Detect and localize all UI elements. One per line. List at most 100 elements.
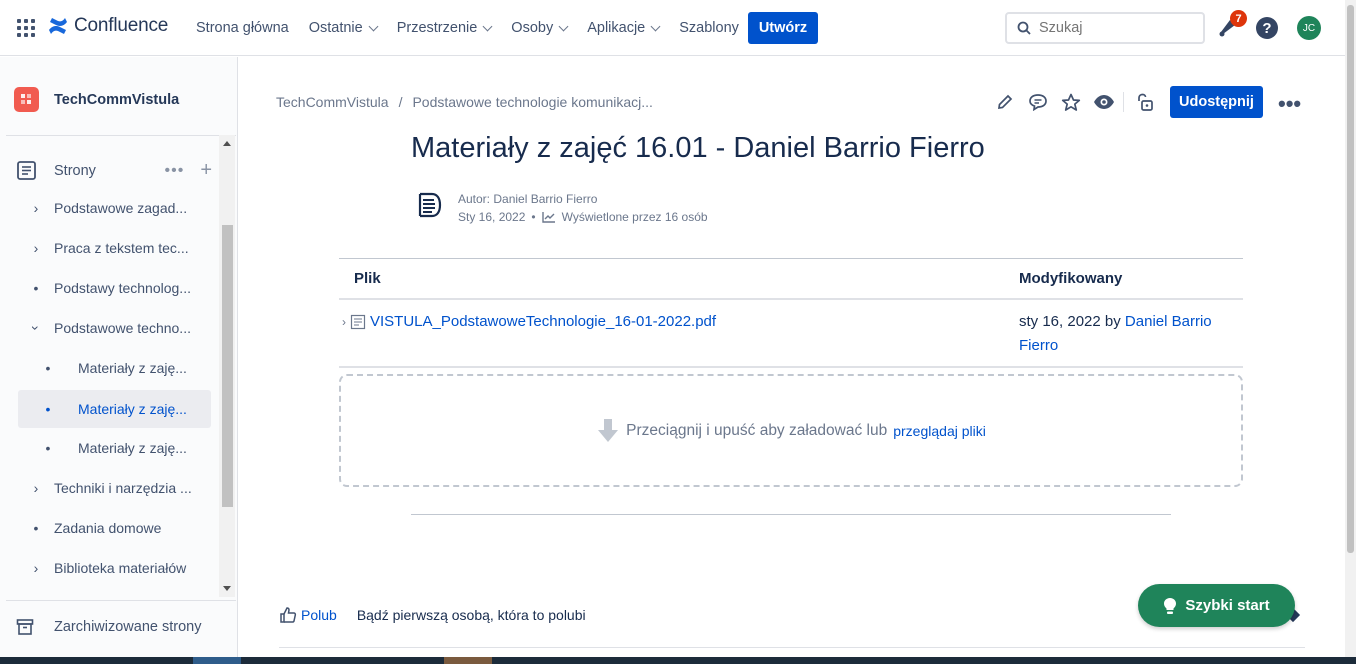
page-byline: Autor: Daniel Barrio Fierro Sty 16, 2022… bbox=[414, 190, 708, 226]
space-name: TechCommVistula bbox=[54, 91, 180, 108]
nav-people[interactable]: Osoby bbox=[501, 20, 577, 36]
bullet-icon: • bbox=[33, 280, 39, 296]
page-author-icon bbox=[418, 192, 442, 218]
nav-people-label: Osoby bbox=[511, 20, 554, 36]
tree-item[interactable]: • Materiały z zaję... bbox=[18, 430, 211, 466]
pages-section-header[interactable]: Strony ••• + bbox=[16, 159, 212, 182]
sidebar-scrollbar-thumb[interactable] bbox=[222, 225, 233, 507]
notification-count-badge: 7 bbox=[1230, 10, 1247, 27]
tree-item-label: Zadania domowe bbox=[54, 520, 162, 536]
meta-separator: • bbox=[531, 210, 536, 224]
share-button[interactable]: Udostępnij bbox=[1170, 86, 1263, 118]
nav-spaces[interactable]: Przestrzenie bbox=[387, 20, 502, 36]
modified-date: sty 16, 2022 bbox=[1019, 312, 1101, 330]
chevron-right-icon[interactable]: › bbox=[18, 560, 54, 576]
tree-item[interactable]: › Techniki i narzędzia ... bbox=[18, 470, 211, 506]
header-modified[interactable]: Modyfikowany bbox=[1004, 258, 1243, 300]
page-views[interactable]: Wyświetlone przez 16 osób bbox=[562, 208, 708, 226]
space-icon bbox=[14, 87, 39, 112]
breadcrumb-parent[interactable]: Podstawowe technologie komunikacj... bbox=[412, 94, 652, 110]
window-scrollbar[interactable] bbox=[1345, 0, 1356, 664]
table-row: › VISTULA_PodstawoweTechnologie_16-01-20… bbox=[339, 298, 1243, 368]
archive-icon bbox=[16, 619, 34, 635]
more-actions-button[interactable]: ••• bbox=[1278, 91, 1301, 117]
tree-item-label: Biblioteka materiałów bbox=[54, 560, 187, 576]
watch-button[interactable] bbox=[1087, 90, 1120, 114]
breadcrumb-separator: / bbox=[398, 94, 403, 110]
chevron-down-icon bbox=[368, 21, 379, 31]
nav-spaces-label: Przestrzenie bbox=[396, 20, 478, 36]
quick-start-button[interactable]: Szybki start bbox=[1138, 584, 1295, 627]
bottom-divider bbox=[279, 647, 1305, 648]
space-header[interactable]: TechCommVistula bbox=[14, 87, 179, 112]
chevron-right-icon[interactable]: › bbox=[18, 200, 54, 216]
tree-item[interactable]: › Podstawowe zagad... bbox=[18, 190, 211, 226]
like-button[interactable]: Polub bbox=[301, 607, 337, 623]
add-page-button[interactable]: + bbox=[200, 159, 212, 182]
nav-home[interactable]: Strona główna bbox=[186, 20, 299, 36]
edit-button[interactable] bbox=[988, 90, 1021, 114]
nav-home-label: Strona główna bbox=[196, 20, 289, 36]
archived-pages-link[interactable]: Zarchiwizowane strony bbox=[16, 618, 201, 636]
breadcrumb-space[interactable]: TechCommVistula bbox=[276, 94, 389, 110]
attachments-table: Plik Modyfikowany › VISTULA_PodstawoweTe… bbox=[339, 258, 1243, 368]
upload-dropzone[interactable]: Przeciągnij i upuść aby załadować lub pr… bbox=[339, 374, 1243, 487]
nav-apps-label: Aplikacje bbox=[587, 20, 646, 36]
bullet-icon: • bbox=[45, 440, 51, 456]
tree-item[interactable]: • Zadania domowe bbox=[18, 510, 211, 546]
tree-item-label: Podstawowe techno... bbox=[54, 320, 191, 336]
help-icon[interactable]: ? bbox=[1256, 17, 1278, 39]
tree-item[interactable]: › Praca z tekstem tec... bbox=[18, 230, 211, 266]
tree-item-label: Podstawy technolog... bbox=[54, 280, 191, 296]
tree-item[interactable]: › Podstawowe techno... bbox=[18, 310, 211, 346]
restrictions-button[interactable] bbox=[1127, 90, 1160, 114]
top-navigation-bar: Confluence Strona główna Ostatnie Przest… bbox=[0, 0, 1356, 56]
tree-item[interactable]: › Biblioteka materiałów bbox=[18, 550, 211, 586]
create-button[interactable]: Utwórz bbox=[748, 12, 818, 44]
chevron-down-icon[interactable]: › bbox=[28, 310, 44, 346]
sidebar-scrollbar[interactable] bbox=[219, 135, 235, 597]
search-input[interactable] bbox=[1039, 20, 1189, 36]
analytics-icon bbox=[541, 212, 555, 223]
page-title: Materiały z zajęć 16.01 - Daniel Barrio … bbox=[411, 132, 985, 164]
tree-item-label: Praca z tekstem tec... bbox=[54, 240, 189, 256]
nav-apps[interactable]: Aplikacje bbox=[577, 20, 669, 36]
tree-item[interactable]: • Podstawy technolog... bbox=[18, 270, 211, 306]
search-icon bbox=[1017, 21, 1031, 35]
tree-item[interactable]: • Materiały z zaję... bbox=[18, 350, 211, 386]
pages-more-button[interactable]: ••• bbox=[165, 162, 185, 180]
chevron-right-icon[interactable]: › bbox=[18, 240, 54, 256]
tree-item-selected[interactable]: • Materiały z zaję... bbox=[18, 390, 211, 428]
like-icon bbox=[280, 607, 297, 623]
star-button[interactable] bbox=[1054, 90, 1087, 114]
nav-templates[interactable]: Szablony bbox=[669, 20, 749, 36]
search-box[interactable] bbox=[1005, 12, 1205, 44]
sidebar-divider bbox=[6, 135, 236, 136]
scroll-down-icon[interactable] bbox=[223, 586, 231, 591]
browse-files-link[interactable]: przeglądaj pliki bbox=[893, 423, 986, 439]
app-switcher-icon[interactable] bbox=[17, 19, 35, 37]
author-line: Autor: Daniel Barrio Fierro bbox=[458, 192, 598, 206]
star-icon bbox=[1061, 93, 1080, 111]
eye-icon bbox=[1093, 95, 1114, 109]
tree-item-label: Podstawowe zagad... bbox=[54, 200, 188, 216]
window-scrollbar-thumb[interactable] bbox=[1347, 5, 1354, 553]
comment-button[interactable] bbox=[1021, 90, 1054, 114]
bullet-icon: • bbox=[45, 360, 51, 376]
scroll-up-icon[interactable] bbox=[223, 141, 231, 146]
header-file[interactable]: Plik bbox=[339, 258, 1004, 300]
file-cell: › VISTULA_PodstawoweTechnologie_16-01-20… bbox=[339, 298, 1004, 368]
like-info: Bądź pierwszą osobą, która to polubi bbox=[356, 607, 586, 623]
expand-row-icon[interactable]: › bbox=[342, 310, 346, 334]
file-name-link[interactable]: VISTULA_PodstawoweTechnologie_16-01-2022… bbox=[370, 310, 716, 334]
taskbar-app[interactable] bbox=[444, 657, 492, 664]
taskbar-app[interactable] bbox=[193, 657, 241, 664]
chevron-right-icon[interactable]: › bbox=[18, 480, 54, 496]
modified-by-word: by bbox=[1104, 312, 1121, 330]
quick-start-label: Szybki start bbox=[1185, 597, 1270, 614]
meta-line: Sty 16, 2022 • Wyświetlone przez 16 osób bbox=[458, 208, 708, 226]
comment-icon bbox=[1028, 94, 1047, 111]
confluence-logo[interactable]: Confluence bbox=[48, 15, 168, 37]
nav-recent[interactable]: Ostatnie bbox=[299, 20, 387, 36]
user-avatar[interactable]: JC bbox=[1297, 16, 1321, 40]
